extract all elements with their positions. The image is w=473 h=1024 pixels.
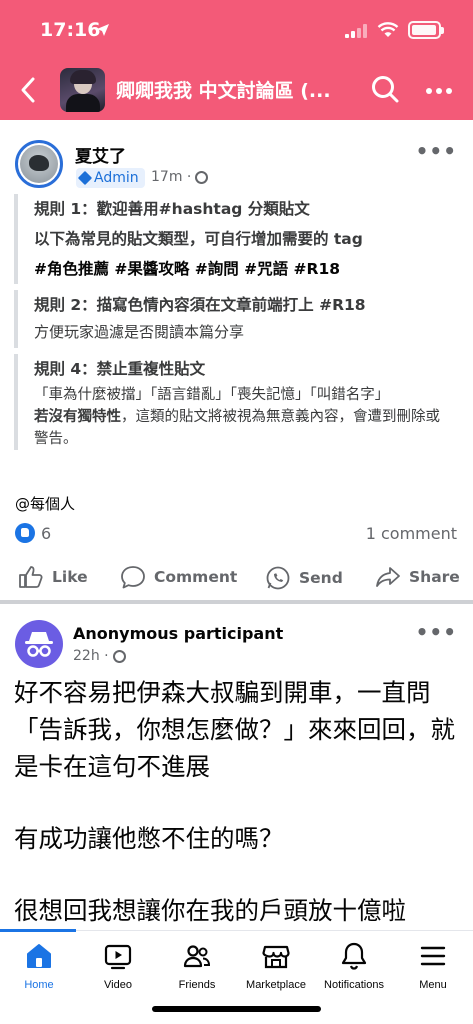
- location-arrow-icon: [97, 24, 109, 36]
- home-indicator: [152, 1006, 321, 1012]
- status-time: 17:16: [40, 19, 101, 41]
- post-body: 好不容易把伊森大叔騙到開車，一直問「告訴我，你想怎麼做？」來來回回，就是卡在這句…: [14, 674, 460, 929]
- tab-menu[interactable]: Menu: [388, 941, 473, 991]
- rules-list: 規則 1：歡迎善用#hashtag 分類貼文 以下為常見的貼文類型，可自行增加需…: [14, 194, 454, 456]
- thumbs-up-icon: [19, 566, 43, 588]
- tab-friends-label: Friends: [178, 979, 216, 991]
- hamburger-icon: [420, 946, 446, 966]
- rule-tags[interactable]: #角色推薦 #果醬攻略 #詢問 #咒語 #R18: [34, 254, 454, 284]
- post-separator: [0, 600, 473, 604]
- bell-icon: [341, 942, 367, 970]
- app-header: 17:16 卿卿我我 中文討論區 (...: [0, 0, 473, 120]
- post-author[interactable]: Anonymous participant: [73, 624, 283, 643]
- post-paragraph: 好不容易把伊森大叔騙到開車，一直問「告訴我，你想怎麼做？」來來回回，就是卡在這句…: [14, 678, 455, 781]
- post-meta: 17m ·: [151, 169, 209, 185]
- share-button[interactable]: Share: [375, 565, 460, 589]
- rule-body: 方便玩家過濾是否閱讀本篇分享: [34, 323, 245, 341]
- status-bar: 17:16: [0, 0, 473, 60]
- post-paragraph: 很想回我想讓你在我的戶頭放十億啦: [14, 896, 406, 925]
- tab-home[interactable]: Home: [0, 941, 84, 991]
- admin-badge: Admin: [76, 168, 145, 188]
- globe-icon: [195, 170, 209, 184]
- more-options-icon[interactable]: [425, 87, 453, 95]
- comment-label: Comment: [154, 568, 238, 586]
- group-title[interactable]: 卿卿我我 中文討論區 (...: [116, 76, 346, 103]
- tab-video-label: Video: [104, 979, 132, 991]
- like-count: 6: [41, 523, 52, 543]
- post-time[interactable]: 17m ·: [151, 169, 191, 185]
- rule-body: 「車為什麼被擋」「語言錯亂」「喪失記憶」「叫錯名字」 若沒有獨特性，這類的貼文將…: [34, 384, 454, 450]
- marketplace-icon: [262, 945, 290, 969]
- tab-notifications[interactable]: Notifications: [309, 941, 399, 991]
- anonymous-incognito-icon: [25, 632, 53, 657]
- post-time[interactable]: 22h ·: [73, 648, 109, 664]
- post-meta: 22h ·: [73, 648, 126, 664]
- rule-block: 規則 1：歡迎善用#hashtag 分類貼文 以下為常見的貼文類型，可自行增加需…: [14, 194, 454, 284]
- group-nav: 卿卿我我 中文討論區 (...: [0, 60, 473, 120]
- whatsapp-icon: [266, 566, 290, 590]
- comment-icon: [121, 566, 145, 589]
- rule-heading: 規則 4：禁止重複性貼文: [34, 360, 206, 378]
- friends-icon: [183, 945, 211, 968]
- mention-everyone[interactable]: @每個人: [15, 493, 75, 514]
- post-author[interactable]: 夏艾了: [75, 142, 126, 167]
- tab-marketplace-label: Marketplace: [246, 979, 306, 991]
- globe-icon: [112, 649, 126, 663]
- comment-button[interactable]: Comment: [120, 565, 237, 589]
- rule-heading: 規則 2：描寫色情內容須在文章前端打上 #R18: [34, 296, 366, 314]
- cellular-signal-icon: [345, 24, 367, 38]
- share-arrow-icon: [376, 567, 400, 587]
- post-options-icon[interactable]: •••: [416, 139, 457, 163]
- battery-icon: [408, 21, 444, 39]
- avatar[interactable]: [15, 140, 63, 188]
- send-label: Send: [299, 569, 343, 587]
- comment-count[interactable]: 1 comment: [366, 524, 457, 543]
- tab-marketplace[interactable]: Marketplace: [231, 941, 321, 991]
- wifi-icon: [377, 22, 399, 37]
- admin-diamond-icon: [77, 170, 93, 186]
- rule-block: 規則 2：描寫色情內容須在文章前端打上 #R18 方便玩家過濾是否閱讀本篇分享: [14, 290, 454, 348]
- post-paragraph: 有成功讓他憋不住的嗎？: [14, 824, 284, 853]
- tab-notifications-label: Notifications: [324, 979, 384, 991]
- rule-body-plain: 「車為什麼被擋」「語言錯亂」「喪失記憶」「叫錯名字」: [34, 387, 390, 403]
- send-button[interactable]: Send: [265, 565, 343, 591]
- video-icon: [104, 944, 132, 970]
- tab-friends[interactable]: Friends: [152, 941, 242, 991]
- tab-menu-label: Menu: [419, 979, 447, 991]
- rule-block: 規則 4：禁止重複性貼文 「車為什麼被擋」「語言錯亂」「喪失記憶」「叫錯名字」 …: [14, 354, 454, 450]
- group-cover-thumbnail[interactable]: [60, 68, 105, 112]
- like-reaction-icon: [15, 523, 35, 543]
- like-label: Like: [52, 568, 88, 586]
- post-actions: Like Comment Send Share: [0, 555, 473, 599]
- back-arrow-icon[interactable]: [18, 76, 40, 104]
- active-tab-indicator: [0, 929, 76, 932]
- share-label: Share: [409, 568, 460, 586]
- tab-video[interactable]: Video: [73, 941, 163, 991]
- tab-home-label: Home: [24, 979, 54, 991]
- home-icon: [27, 944, 51, 968]
- search-icon[interactable]: [370, 74, 400, 104]
- admin-badge-label: Admin: [94, 170, 139, 186]
- reaction-summary[interactable]: 6: [15, 523, 51, 543]
- rule-body-bold: 若沒有獨特性: [34, 409, 121, 425]
- post-options-icon[interactable]: •••: [416, 620, 457, 644]
- anonymous-avatar[interactable]: [15, 620, 63, 668]
- like-button[interactable]: Like: [18, 565, 88, 589]
- rule-subheading: 以下為常見的貼文類型，可自行增加需要的 tag: [34, 230, 363, 248]
- rule-heading: 規則 1：歡迎善用#hashtag 分類貼文: [34, 200, 310, 218]
